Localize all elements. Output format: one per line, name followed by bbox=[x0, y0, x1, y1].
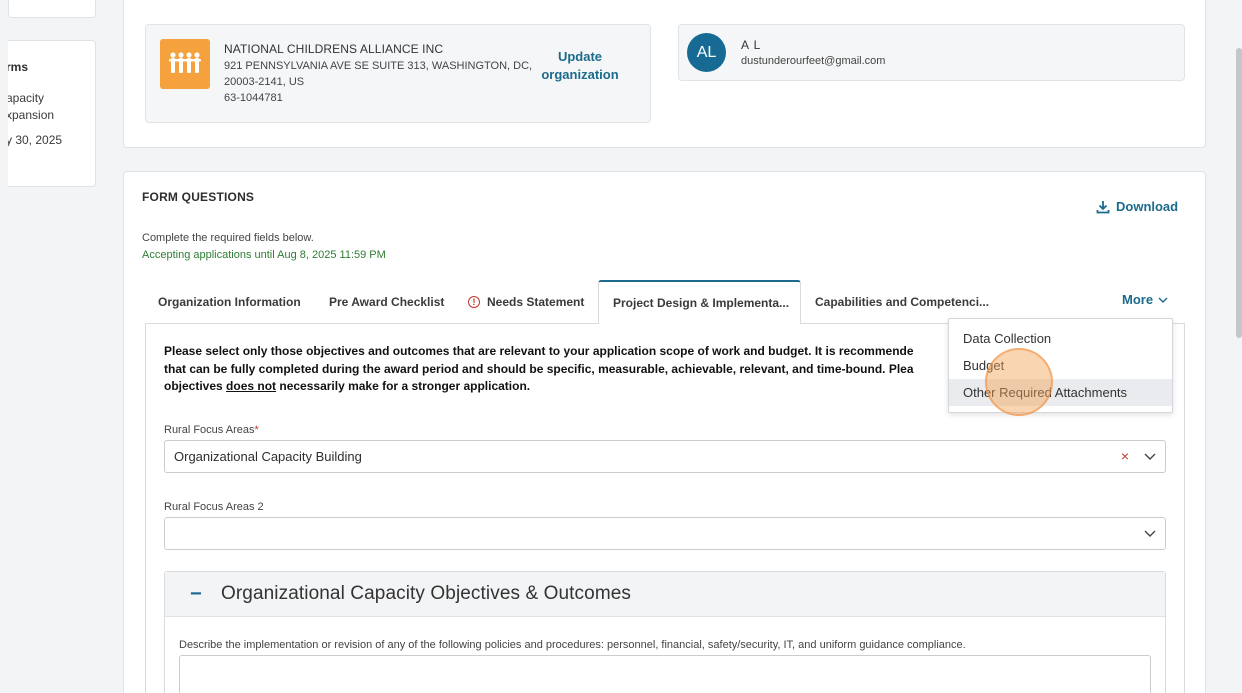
page-scrollbar-thumb[interactable] bbox=[1236, 48, 1242, 338]
tab-label: Needs Statement bbox=[487, 294, 585, 309]
tab-organization-information[interactable]: Organization Information bbox=[144, 280, 315, 323]
program-card-date: y 30, 2025 bbox=[8, 133, 63, 147]
user-email: dustunderourfeet@gmail.com bbox=[741, 55, 886, 67]
tab-capabilities[interactable]: Capabilities and Competenci... bbox=[801, 280, 1003, 323]
form-questions-title: FORM QUESTIONS bbox=[142, 190, 255, 204]
objectives-section-title: Organizational Capacity Objectives & Out… bbox=[221, 583, 632, 604]
more-label: More bbox=[1122, 292, 1154, 307]
left-top-card bbox=[8, 0, 96, 18]
program-summary-card: rms apacity xpansion y 30, 2025 bbox=[8, 40, 96, 187]
update-organization-link[interactable]: Update organization bbox=[530, 48, 630, 84]
required-marker: * bbox=[254, 424, 259, 436]
program-card-line1: apacity bbox=[8, 91, 45, 105]
policies-question: Describe the implementation or revision … bbox=[179, 639, 966, 651]
chevron-down-icon[interactable] bbox=[1143, 526, 1157, 540]
rural-focus-areas-2-select[interactable] bbox=[164, 517, 1166, 550]
user-name: A L bbox=[741, 38, 762, 52]
organization-name: NATIONAL CHILDRENS ALLIANCE INC bbox=[224, 42, 444, 56]
tab-needs-statement[interactable]: ! Needs Statement bbox=[454, 280, 598, 323]
rural-focus-areas-2-label: Rural Focus Areas 2 bbox=[164, 501, 264, 513]
people-logo-icon bbox=[160, 39, 210, 89]
rural-focus-areas-value: Organizational Capacity Building bbox=[174, 449, 362, 464]
avatar: AL bbox=[687, 33, 726, 72]
rural-focus-areas-label: Rural Focus Areas* bbox=[164, 424, 259, 436]
menu-item-other-required-attachments[interactable]: Other Required Attachments bbox=[949, 379, 1172, 406]
notice-line3-pre: objectives bbox=[164, 379, 227, 393]
organization-address-line1: 921 PENNSYLVANIA AVE SE SUITE 313, WASHI… bbox=[224, 60, 533, 72]
program-card-title: rms bbox=[8, 60, 29, 74]
organization-address-line2: 20003-2141, US bbox=[224, 76, 305, 88]
chevron-down-icon bbox=[1158, 297, 1168, 303]
notice-line3-underlined: does not bbox=[226, 379, 277, 393]
chevron-down-icon[interactable] bbox=[1143, 449, 1157, 463]
notice-line3-post: necessarily make for a stronger applicat… bbox=[276, 379, 531, 393]
collapse-icon[interactable]: − bbox=[190, 583, 202, 606]
policies-answer-textarea[interactable] bbox=[179, 655, 1151, 693]
tab-label: Project Design & Implementa... bbox=[613, 296, 790, 310]
form-instruction: Complete the required fields below. bbox=[142, 232, 314, 244]
tab-label: Pre Award Checklist bbox=[329, 294, 445, 309]
rural-focus-areas-label-text: Rural Focus Areas bbox=[164, 424, 255, 436]
download-label: Download bbox=[1116, 199, 1179, 214]
tab-more[interactable]: More bbox=[1122, 292, 1169, 307]
organization-ein: 63-1044781 bbox=[224, 92, 283, 104]
download-icon bbox=[1096, 200, 1110, 213]
warning-icon: ! bbox=[468, 295, 480, 308]
more-tabs-menu: Data Collection Budget Other Required At… bbox=[948, 318, 1173, 413]
tab-pre-award-checklist[interactable]: Pre Award Checklist bbox=[315, 280, 458, 323]
clear-selection-icon[interactable]: × bbox=[1121, 448, 1129, 464]
program-card-line2: xpansion bbox=[8, 108, 55, 122]
menu-item-data-collection[interactable]: Data Collection bbox=[949, 325, 1172, 352]
download-button[interactable]: Download bbox=[1096, 199, 1178, 214]
accepting-deadline: Accepting applications until Aug 8, 2025… bbox=[142, 249, 386, 261]
tab-project-design[interactable]: Project Design & Implementa... bbox=[598, 280, 801, 324]
tab-label: Capabilities and Competenci... bbox=[815, 294, 990, 309]
tab-label: Organization Information bbox=[158, 294, 301, 309]
update-organization-label-2: organization bbox=[541, 67, 619, 82]
rural-focus-areas-select[interactable]: Organizational Capacity Building × bbox=[164, 440, 1166, 473]
update-organization-label-1: Update bbox=[557, 49, 603, 64]
user-card bbox=[678, 24, 1185, 81]
menu-item-budget[interactable]: Budget bbox=[949, 352, 1172, 379]
